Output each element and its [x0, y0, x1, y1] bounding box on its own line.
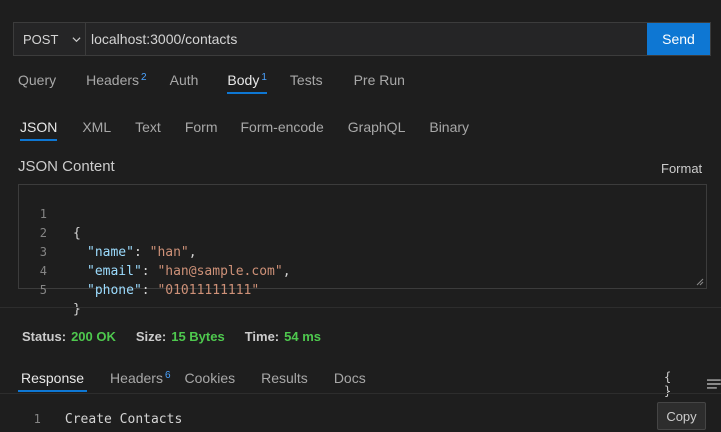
tab-label: Headers	[110, 370, 163, 386]
tab-form-encode[interactable]: Form-encode	[241, 119, 324, 135]
request-bar: POST Send	[13, 22, 711, 56]
active-tab-indicator	[20, 139, 58, 141]
code-line: 5 }	[19, 262, 81, 317]
url-input[interactable]	[86, 23, 647, 55]
method-select[interactable]: POST	[14, 23, 86, 55]
time-value: 54 ms	[284, 329, 322, 344]
tab-label: Cookies	[184, 370, 236, 386]
tab-response[interactable]: Response	[18, 370, 88, 392]
tab-label: XML	[82, 119, 112, 135]
json-editor[interactable]: 1 { 2 "name": "han", 3 "email": "han@sam…	[18, 184, 707, 317]
tab-label: Headers	[86, 72, 140, 88]
tab-label: JSON	[20, 119, 58, 135]
active-tab-indicator	[18, 390, 88, 392]
response-text: Create Contacts	[64, 412, 183, 427]
json-key: "email"	[87, 264, 142, 279]
time-label: Time:	[244, 329, 280, 344]
tab-label: Results	[261, 370, 308, 386]
tab-label: Body	[227, 72, 260, 88]
tab-badge: 2	[141, 72, 147, 83]
tab-label: Query	[18, 72, 57, 88]
json-key: "phone"	[87, 283, 142, 298]
tab-binary[interactable]: Binary	[429, 119, 469, 135]
tab-query[interactable]: Query	[18, 72, 56, 88]
method-value: POST	[23, 31, 59, 47]
tab-cookies[interactable]: Cookies	[185, 370, 236, 386]
send-button[interactable]: Send	[647, 23, 710, 55]
body-type-tabs: JSON XML Text Form Form-encode GraphQL B…	[20, 119, 469, 141]
tab-graphql[interactable]: GraphQL	[348, 119, 406, 135]
response-line: 1 Create Contacts	[18, 397, 183, 427]
status-label: Status:	[22, 329, 67, 344]
menu-icon[interactable]	[707, 378, 721, 390]
size-value: 15 Bytes	[171, 329, 225, 344]
tab-badge: 1	[261, 72, 267, 83]
tab-label: Form-encode	[240, 119, 324, 135]
tab-label: Response	[21, 370, 85, 386]
code-text: {	[73, 226, 81, 241]
tab-auth[interactable]: Auth	[170, 72, 199, 88]
tab-xml[interactable]: XML	[82, 119, 111, 135]
chevron-down-icon	[72, 36, 81, 42]
tab-text[interactable]: Text	[135, 119, 161, 135]
line-number: 1	[33, 412, 41, 426]
tab-tests[interactable]: Tests	[290, 72, 323, 88]
tab-label: Form	[184, 119, 218, 135]
tab-badge: 6	[164, 370, 171, 381]
tab-label: Pre Run	[353, 72, 405, 88]
tab-label: Docs	[333, 370, 366, 386]
resize-handle-icon[interactable]	[696, 278, 704, 286]
size-label: Size:	[135, 329, 167, 344]
tab-label: Binary	[429, 119, 470, 135]
tab-form[interactable]: Form	[185, 119, 218, 135]
code-line: 4 "phone": "01011111111"	[19, 243, 259, 298]
json-value: "01011111111"	[157, 283, 260, 298]
tab-label: Auth	[169, 72, 199, 88]
tab-json[interactable]: JSON	[20, 119, 58, 141]
json-value: "han@sample.com"	[157, 264, 283, 279]
json-value: "han"	[149, 245, 189, 260]
format-button[interactable]: Format	[661, 161, 702, 176]
tab-label: Tests	[289, 72, 323, 88]
tab-label: Text	[135, 119, 161, 135]
tab-response-headers[interactable]: Headers 6	[110, 370, 170, 386]
tab-pre-run[interactable]: Pre Run	[354, 72, 405, 88]
json-key: "name"	[87, 245, 134, 260]
response-tabs: Response Headers 6 Cookies Results Docs	[18, 370, 366, 392]
tab-results[interactable]: Results	[261, 370, 308, 386]
tab-label: GraphQL	[347, 119, 406, 135]
divider	[0, 307, 721, 308]
status-value: 200 OK	[71, 329, 116, 344]
json-content-label: JSON Content	[18, 158, 115, 175]
json-punct: ,	[282, 264, 291, 279]
tab-body[interactable]: Body 1	[227, 72, 267, 94]
json-punct: ,	[188, 245, 197, 260]
tab-docs[interactable]: Docs	[334, 370, 366, 386]
code-line: 2 "name": "han",	[19, 205, 197, 260]
response-status: Status: 200 OK Size: 15 Bytes Time: 54 m…	[22, 329, 341, 344]
copy-button[interactable]: Copy	[657, 402, 706, 430]
tab-headers[interactable]: Headers 2	[86, 72, 146, 88]
code-line: 1 {	[19, 186, 81, 241]
line-number: 5	[39, 283, 47, 297]
active-tab-indicator	[227, 92, 267, 94]
request-tabs: Query Headers 2 Auth Body 1 Tests Pre Run	[18, 72, 405, 94]
code-text: }	[73, 302, 81, 317]
code-line: 3 "email": "han@sample.com",	[19, 224, 291, 279]
